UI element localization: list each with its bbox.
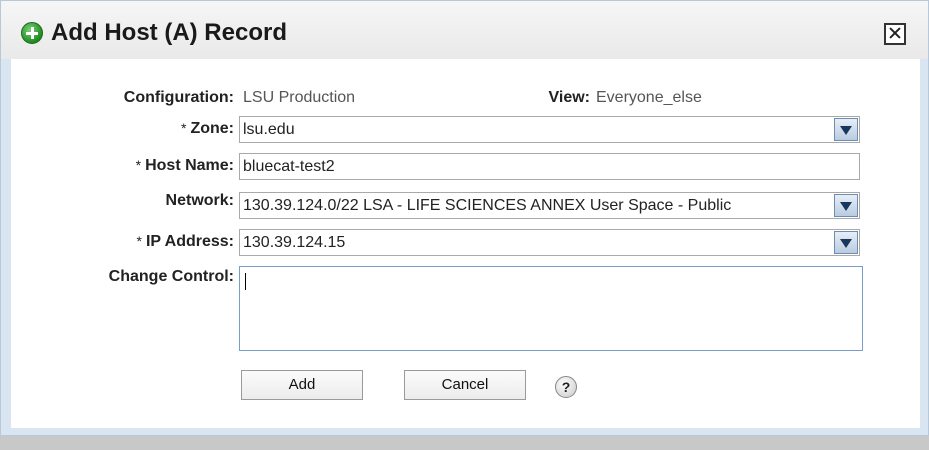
add-circle-icon — [21, 22, 43, 44]
dialog-content: Configuration: LSU Production View: Ever… — [11, 59, 920, 428]
chevron-down-icon[interactable] — [834, 231, 858, 254]
view-label: View: — [548, 89, 591, 106]
ip-address-label-text: IP Address: — [145, 233, 234, 250]
ip-address-value: 130.39.124.15 — [243, 234, 346, 251]
host-name-label: * Host Name: — [11, 157, 234, 175]
host-name-label-text: Host Name: — [145, 157, 234, 174]
view-value: Everyone_else — [596, 89, 702, 106]
help-icon[interactable]: ? — [555, 376, 577, 398]
cancel-button[interactable]: Cancel — [404, 370, 526, 400]
configuration-value: LSU Production — [243, 89, 356, 106]
zone-label: * Zone: — [11, 120, 234, 138]
ip-address-select[interactable]: 130.39.124.15 — [239, 229, 860, 256]
zone-select[interactable]: lsu.edu — [239, 116, 860, 143]
text-caret — [245, 273, 246, 290]
zone-value: lsu.edu — [243, 121, 295, 138]
dialog-titlebar: Add Host (A) Record — [1, 1, 928, 59]
change-control-textarea[interactable] — [239, 266, 863, 351]
chevron-down-icon[interactable] — [834, 194, 858, 217]
network-value: 130.39.124.0/22 LSA - LIFE SCIENCES ANNE… — [243, 197, 732, 214]
host-name-value: bluecat-test2 — [243, 158, 335, 175]
required-marker: * — [181, 120, 187, 136]
network-select[interactable]: 130.39.124.0/22 LSA - LIFE SCIENCES ANNE… — [239, 192, 860, 219]
add-button[interactable]: Add — [241, 370, 363, 400]
dialog-title: Add Host (A) Record — [51, 19, 287, 46]
close-icon[interactable] — [884, 23, 906, 45]
network-label: Network: — [165, 192, 234, 209]
ip-address-label: * IP Address: — [11, 233, 234, 251]
add-host-record-dialog: Add Host (A) Record Configuration: LSU P… — [0, 0, 929, 436]
zone-label-text: Zone: — [190, 120, 234, 137]
required-marker: * — [136, 233, 142, 249]
configuration-label: Configuration: — [123, 89, 234, 106]
host-name-field[interactable]: bluecat-test2 — [239, 153, 860, 180]
change-control-label: Change Control: — [108, 268, 234, 285]
required-marker: * — [135, 157, 142, 173]
chevron-down-icon[interactable] — [834, 118, 858, 141]
